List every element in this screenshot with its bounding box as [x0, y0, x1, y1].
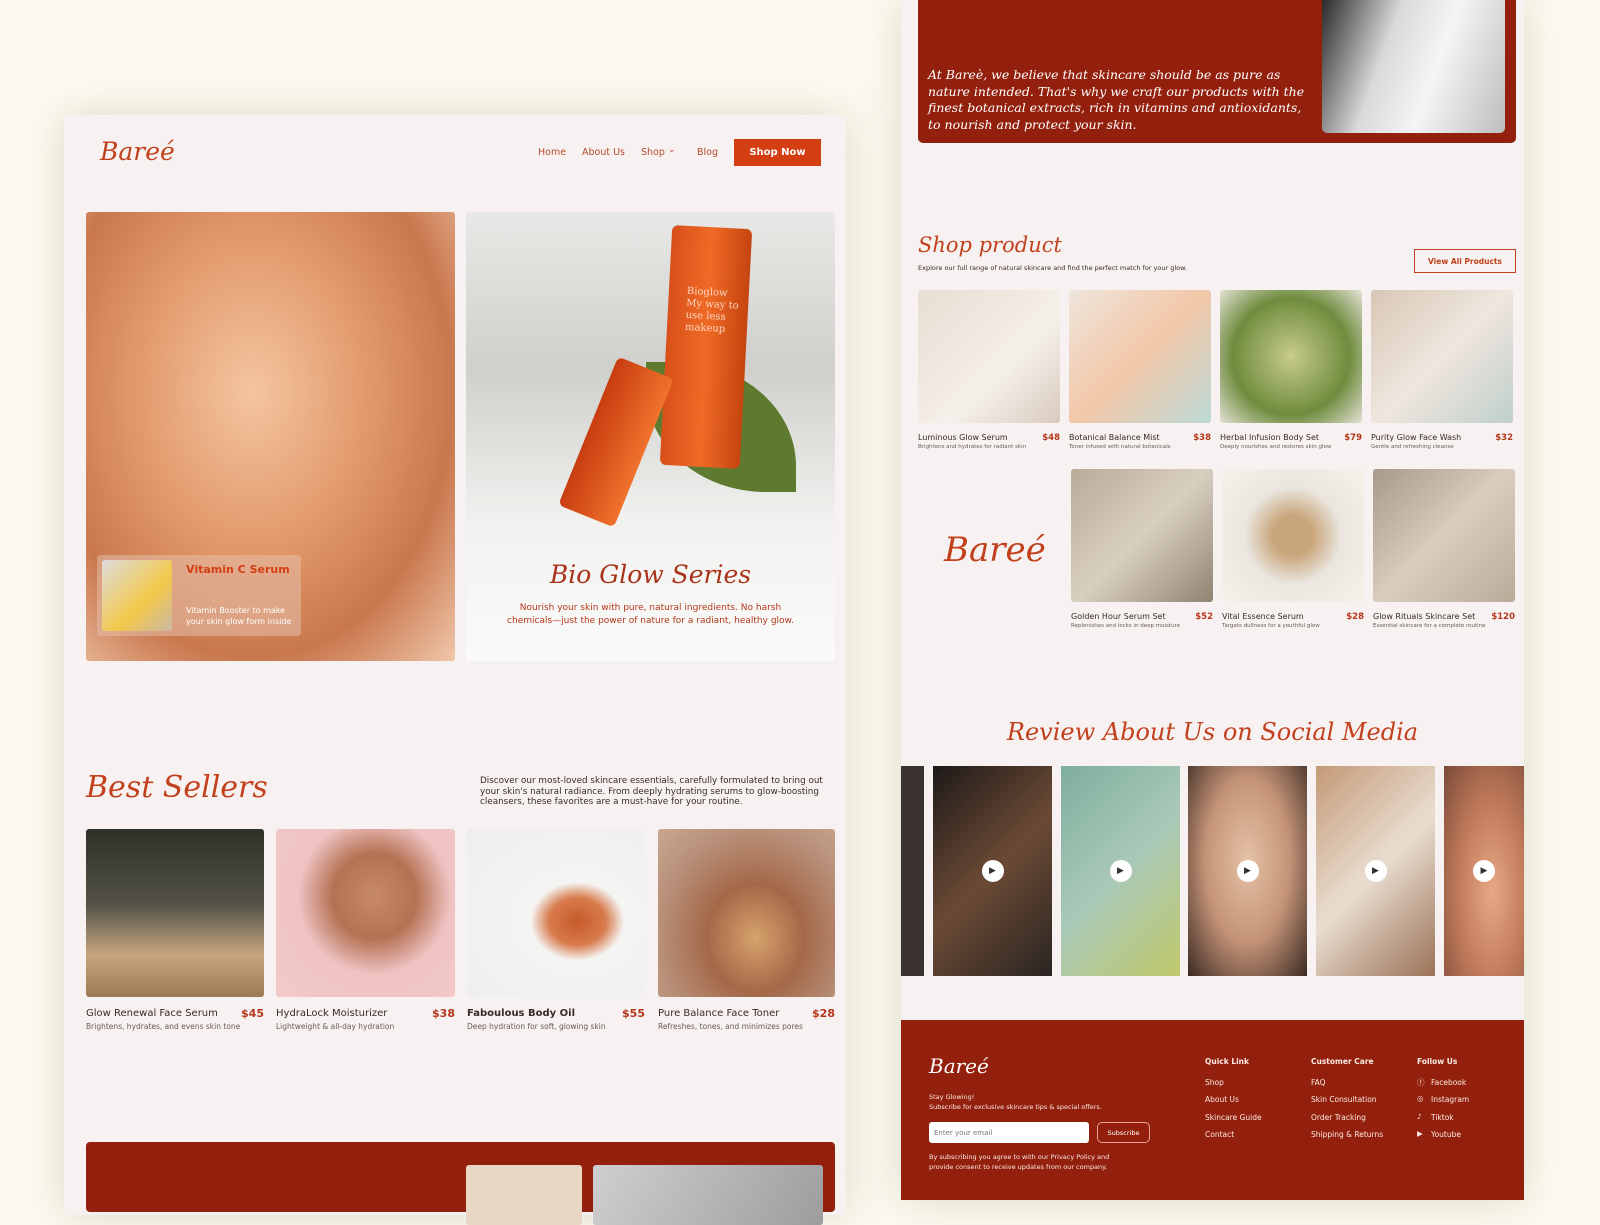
shop-product-price: $32 [1495, 433, 1513, 443]
play-icon[interactable]: ▶ [1236, 860, 1259, 882]
social-video-thumbnail[interactable]: ▶ [1316, 766, 1435, 976]
quick-link-heading: Quick Link [1205, 1057, 1250, 1066]
tube-product: Bioglow My way to use less makeup [659, 225, 753, 469]
footer-tagline: Stay Glowing! [929, 1093, 975, 1101]
shop-product-image [1222, 469, 1364, 602]
shop-product-price: $52 [1195, 612, 1213, 622]
about-banner-preview [86, 1142, 835, 1225]
subscribe-button[interactable]: Subscribe [1097, 1122, 1150, 1143]
follow-us-heading: Follow Us [1417, 1057, 1458, 1066]
shop-product-subtitle: Explore our full range of natural skinca… [918, 264, 1187, 272]
nav-home[interactable]: Home [538, 147, 566, 158]
shop-product-price: $120 [1491, 612, 1515, 622]
shop-product-desc: Toner infused with natural botanicals [1069, 444, 1171, 450]
shop-product-name: Vital Essence Serum [1222, 612, 1304, 621]
shop-product-name: Glow Rituals Skincare Set [1373, 612, 1476, 621]
shop-product-desc: Gentle and refreshing cleanse [1371, 444, 1454, 450]
footer-link-guide[interactable]: Skincare Guide [1205, 1113, 1262, 1122]
shop-product-name: Herbal Infusion Body Set [1220, 433, 1320, 442]
shop-product-title: Shop product [918, 233, 1062, 257]
footer-link-facebook[interactable]: Facebook [1431, 1078, 1466, 1087]
product-image[interactable] [276, 829, 455, 997]
shop-product-desc: Essential skincare for a complete routin… [1373, 623, 1486, 629]
youtube-icon: ▶ [1417, 1129, 1423, 1138]
about-section: At Bareè, we believe that skincare shoul… [918, 0, 1516, 143]
customer-care-heading: Customer Care [1311, 1057, 1374, 1066]
social-video-thumbnail[interactable]: ▶ [933, 766, 1052, 976]
shop-product-name: Purity Glow Face Wash [1371, 433, 1462, 442]
instagram-icon: ◎ [1417, 1094, 1424, 1103]
brand-logo[interactable]: Bareé [100, 137, 175, 166]
shop-product-image [1220, 290, 1362, 423]
product-image[interactable] [467, 829, 645, 997]
facebook-icon: ⓕ [1417, 1078, 1425, 1087]
footer-link-youtube[interactable]: Youtube [1431, 1130, 1461, 1139]
shop-product-desc: Deeply nourishes and restores skin glow [1220, 444, 1332, 450]
footer-link-contact[interactable]: Contact [1205, 1130, 1234, 1139]
shop-product-desc: Brightens and hydrates for radiant skin [918, 444, 1027, 450]
play-icon[interactable]: ▶ [981, 860, 1004, 882]
footer-link-faq[interactable]: FAQ [1311, 1078, 1326, 1087]
nav-blog[interactable]: Blog [697, 147, 718, 158]
play-icon[interactable]: ▶ [1473, 860, 1495, 882]
footer-link-instagram[interactable]: Instagram [1431, 1095, 1469, 1104]
hero-face-image: Vitamin C Serum Vitamin Booster to make … [86, 212, 455, 661]
about-model-image [1322, 0, 1505, 133]
brand-logo-feature: Bareé [944, 530, 1046, 570]
footer-link-tracking[interactable]: Order Tracking [1311, 1113, 1366, 1122]
product-image[interactable] [658, 829, 835, 997]
about-text: At Bareè, we believe that skincare shoul… [928, 67, 1305, 132]
play-icon[interactable]: ▶ [1109, 860, 1132, 882]
best-sellers-description: Discover our most-loved skincare essenti… [480, 776, 823, 807]
vitamin-c-card[interactable]: Vitamin C Serum Vitamin Booster to make … [97, 555, 301, 636]
nav-shop[interactable]: Shop [641, 147, 665, 158]
shop-product-price: $38 [1193, 433, 1211, 443]
shop-product-price: $48 [1042, 433, 1060, 443]
vitamin-c-text: Vitamin Booster to make your skin glow f… [186, 606, 292, 626]
shop-product-name: Golden Hour Serum Set [1071, 612, 1166, 621]
bio-glow-title: Bio Glow Series [549, 560, 752, 589]
shop-product-desc: Replenishes and locks in deep moisture [1071, 623, 1181, 629]
vitamin-c-title: Vitamin C Serum [186, 563, 290, 576]
shop-product-price: $79 [1344, 433, 1362, 443]
shop-now-button[interactable]: Shop Now [734, 139, 821, 166]
shop-product-image [1071, 469, 1213, 602]
product-image[interactable] [86, 829, 264, 997]
nav-about-us[interactable]: About Us [582, 147, 625, 158]
footer-link-consultation[interactable]: Skin Consultation [1311, 1095, 1377, 1104]
dropper-bottle [558, 356, 674, 528]
footer: Bareé Stay Glowing! Subscribe for exclus… [901, 1020, 1524, 1200]
vitamin-c-product-image [102, 560, 172, 631]
banner-image [593, 1165, 823, 1225]
shop-product-name: Botanical Balance Mist [1069, 433, 1160, 442]
bio-glow-text: Nourish your skin with pure, natural ing… [507, 603, 794, 626]
footer-link-tiktok[interactable]: Tiktok [1431, 1113, 1454, 1122]
chevron-down-icon: ⌄ [668, 145, 676, 155]
bio-glow-image: Bioglow My way to use less makeup Bio Gl… [466, 212, 835, 661]
footer-link-shop[interactable]: Shop [1205, 1078, 1224, 1087]
shop-product-image [1373, 469, 1515, 602]
social-video-thumbnail[interactable]: ▶ [1188, 766, 1307, 976]
banner-image [466, 1165, 582, 1225]
best-sellers-title: Best Sellers [86, 770, 268, 805]
social-video-thumbnail[interactable]: ▶ [1061, 766, 1180, 976]
footer-legal: By subscribing you agree to with our Pri… [929, 1153, 1110, 1171]
view-all-products-button[interactable]: View All Products [1414, 249, 1516, 273]
footer-subtext: Subscribe for exclusive skincare tips & … [929, 1103, 1102, 1111]
footer-link-shipping[interactable]: Shipping & Returns [1311, 1130, 1383, 1139]
shop-product-image [1371, 290, 1513, 423]
shop-product-price: $28 [1346, 612, 1364, 622]
shop-product-image [1069, 290, 1211, 423]
footer-link-about[interactable]: About Us [1205, 1095, 1239, 1104]
tiktok-icon: ♪ [1417, 1112, 1422, 1121]
email-input[interactable] [929, 1122, 1089, 1143]
social-video-thumbnail[interactable]: ▶ [1444, 766, 1524, 976]
social-video-thumbnail[interactable] [901, 766, 924, 976]
shop-product-image [918, 290, 1060, 423]
reviews-title: Review About Us on Social Media [1006, 718, 1419, 746]
shop-product-name: Luminous Glow Serum [918, 433, 1008, 442]
shop-product-desc: Targets dullness for a youthful glow [1222, 623, 1320, 629]
play-icon[interactable]: ▶ [1364, 860, 1387, 882]
footer-logo: Bareé [929, 1054, 989, 1078]
